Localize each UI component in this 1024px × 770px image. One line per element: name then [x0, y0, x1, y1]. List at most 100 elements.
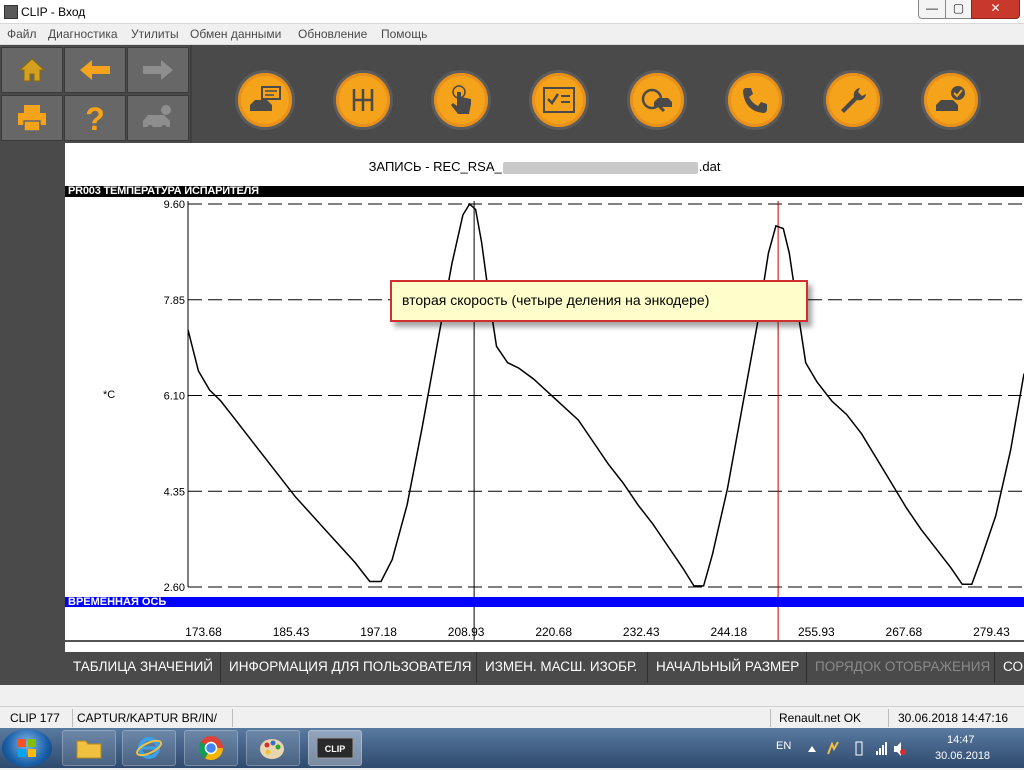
- x-tick-label: 255.93: [798, 625, 835, 639]
- forward-button: [127, 47, 189, 93]
- tray-volume-icon[interactable]: [894, 742, 906, 756]
- wrench-button[interactable]: [826, 73, 880, 127]
- phone-support-button[interactable]: [728, 73, 782, 127]
- x-tick-label: 185.43: [273, 625, 310, 639]
- app-icon: [4, 5, 18, 19]
- menu-diagnostics[interactable]: Диагностика: [48, 27, 118, 41]
- checklist-button[interactable]: [532, 73, 586, 127]
- status-separator: [72, 709, 73, 727]
- forward-arrow-icon: [143, 60, 173, 80]
- menu-update[interactable]: Обновление: [298, 27, 367, 41]
- vehicle-ok-button[interactable]: [924, 73, 978, 127]
- more-actions-button[interactable]: СО: [995, 652, 1024, 683]
- vehicle-ok-icon: [936, 86, 965, 111]
- status-separator: [232, 709, 233, 727]
- title-bar: CLIP - Вход — ▢ ✕: [0, 0, 1024, 24]
- y-tick-label: 7.85: [164, 295, 185, 307]
- toolbar-divider: [190, 45, 192, 143]
- help-button[interactable]: ?: [64, 95, 126, 141]
- menu-bar: Файл Диагностика Утилиты Обмен данными О…: [0, 24, 1024, 45]
- menu-data-exchange[interactable]: Обмен данными: [190, 27, 281, 41]
- left-panel: [0, 143, 65, 685]
- vehicle-report-icon: [250, 86, 281, 111]
- time-axis-label: ВРЕМЕННАЯ ОСЬ: [68, 596, 167, 608]
- checklist-icon: [543, 87, 575, 113]
- internet-explorer-icon: [136, 737, 162, 759]
- value-table-button[interactable]: ТАБЛИЦА ЗНАЧЕНИЙ: [65, 652, 221, 683]
- system-tray-icons[interactable]: [806, 740, 906, 758]
- vehicle-report-button[interactable]: [238, 73, 292, 127]
- time-axis-header: ВРЕМЕННАЯ ОСЬ: [65, 596, 1024, 608]
- display-order-button[interactable]: ПОРЯДОК ОТОБРАЖЕНИЯ: [807, 652, 995, 683]
- rescale-button[interactable]: ИЗМЕН. МАСШ. ИЗОБР.: [477, 652, 648, 683]
- menu-help[interactable]: Помощь: [381, 27, 427, 41]
- input-language[interactable]: EN: [776, 740, 791, 752]
- touch-test-button[interactable]: [434, 73, 488, 127]
- user-info-button[interactable]: ИНФОРМАЦИЯ ДЛЯ ПОЛЬЗОВАТЕЛЯ: [221, 652, 477, 683]
- tray-expand-icon[interactable]: [808, 746, 816, 752]
- tray-connection-icon[interactable]: [827, 741, 839, 755]
- x-tick-label: 279.43: [973, 625, 1010, 639]
- clock-date[interactable]: 30.06.2018: [935, 750, 990, 762]
- x-tick-label: 197.18: [360, 625, 397, 639]
- vehicle-scan-icon: [641, 88, 672, 113]
- y-tick-label: 6.10: [164, 391, 185, 403]
- menu-file[interactable]: Файл: [7, 27, 37, 41]
- menu-utilities[interactable]: Утилиты: [131, 27, 179, 41]
- status-separator: [888, 709, 889, 727]
- time-axis-line: [65, 640, 1024, 642]
- vehicle-info-icon: [143, 105, 171, 131]
- close-button[interactable]: ✕: [971, 0, 1020, 19]
- taskbar-ie[interactable]: [122, 730, 176, 766]
- status-datetime: 30.06.2018 14:47:16: [898, 711, 1009, 725]
- start-button[interactable]: [2, 729, 52, 767]
- taskbar-explorer[interactable]: [62, 730, 116, 766]
- tray-battery-icon[interactable]: [855, 741, 863, 756]
- phone-support-icon: [743, 88, 767, 113]
- taskbar: CLIP EN 14:47 30.06.2018: [0, 728, 1024, 768]
- gearbox-icon: [352, 89, 374, 111]
- x-tick-label: 220.68: [535, 625, 572, 639]
- taskbar-paint[interactable]: [246, 730, 300, 766]
- printer-icon: [18, 105, 46, 132]
- tray-signal-icon[interactable]: [876, 742, 887, 755]
- temperature-series-line: [187, 202, 1024, 587]
- y-unit-label: *C: [103, 389, 116, 401]
- chart-svg[interactable]: 9.60 7.85 6.10 4.35 2.60 173.68 185.43 197.18 2…: [65, 143, 1024, 652]
- wrench-icon: [841, 88, 866, 113]
- file-explorer-icon: [76, 740, 102, 759]
- x-tick-label: 232.43: [623, 625, 660, 639]
- minimize-button[interactable]: —: [918, 0, 946, 19]
- channel-label: PR003 ТЕМПЕРАТУРА ИСПАРИТЕЛЯ: [68, 185, 259, 197]
- clip-app-icon: CLIP: [316, 737, 354, 759]
- status-vehicle: CAPTUR/KAPTUR BR/IN/: [77, 711, 218, 725]
- help-icon: ?: [85, 102, 105, 134]
- clock-time[interactable]: 14:47: [947, 734, 975, 746]
- vehicle-info-button: [127, 95, 189, 141]
- initial-size-button[interactable]: НАЧАЛЬНЫЙ РАЗМЕР: [648, 652, 807, 683]
- annotation-callout: вторая скорость (четыре деления на энкод…: [390, 280, 808, 322]
- vehicle-scan-button[interactable]: [630, 73, 684, 127]
- taskbar-clip[interactable]: CLIP: [308, 730, 362, 766]
- maximize-button[interactable]: ▢: [945, 0, 972, 19]
- status-bar: CLIP 177 CAPTUR/KAPTUR BR/IN/ Renault.ne…: [0, 706, 1024, 729]
- action-bar: ТАБЛИЦА ЗНАЧЕНИЙ ИНФОРМАЦИЯ ДЛЯ ПОЛЬЗОВА…: [65, 652, 1024, 685]
- home-button[interactable]: [1, 47, 63, 93]
- back-arrow-icon: [80, 60, 110, 80]
- chrome-icon: [198, 736, 223, 761]
- print-button[interactable]: [1, 95, 63, 141]
- svg-text:?: ?: [85, 102, 105, 134]
- y-tick-label: 2.60: [164, 582, 185, 594]
- x-tick-label: 267.68: [886, 625, 923, 639]
- gearbox-button[interactable]: [336, 73, 390, 127]
- taskbar-chrome[interactable]: [184, 730, 238, 766]
- y-tick-label: 9.60: [164, 199, 185, 211]
- touch-test-icon: [451, 85, 471, 114]
- channel-header: PR003 ТЕМПЕРАТУРА ИСПАРИТЕЛЯ: [65, 185, 1024, 197]
- paint-icon: [260, 739, 284, 759]
- status-network: Renault.net OK: [779, 711, 862, 725]
- back-button[interactable]: [64, 47, 126, 93]
- annotation-text: вторая скорость (четыре деления на энкод…: [402, 292, 710, 308]
- window-title: CLIP - Вход: [21, 5, 86, 19]
- status-version: CLIP 177: [10, 711, 60, 725]
